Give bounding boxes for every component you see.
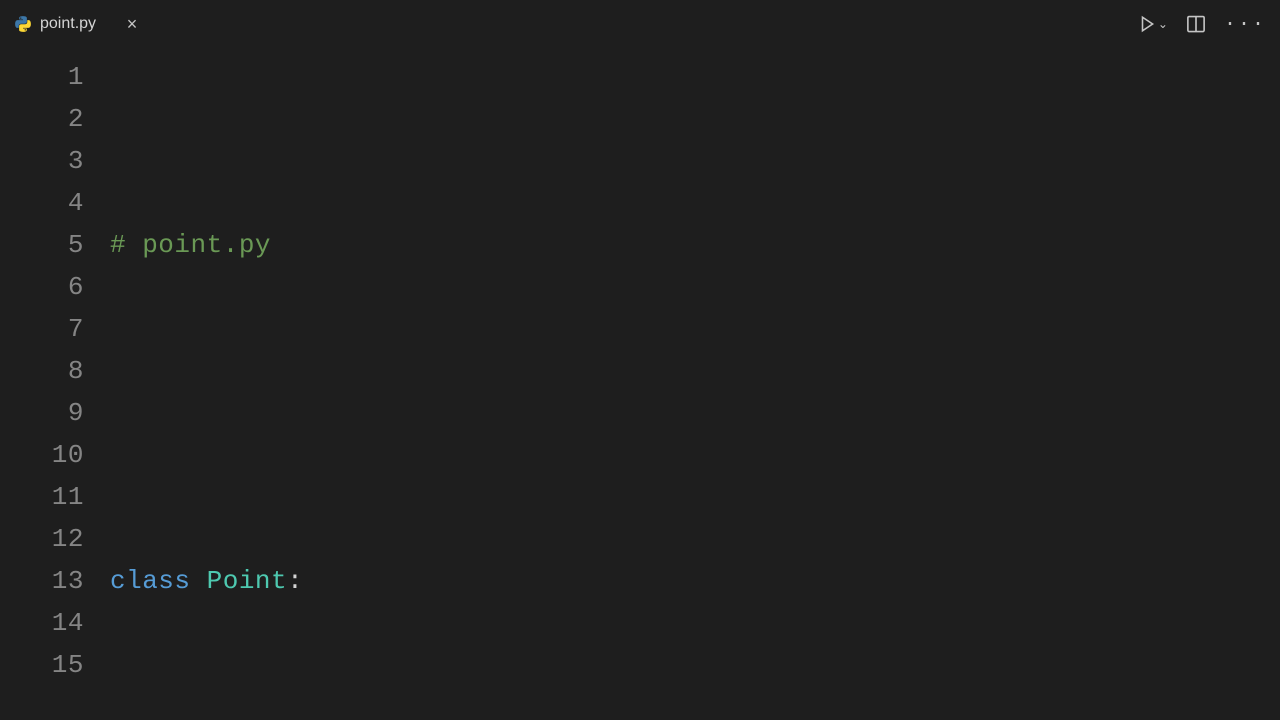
split-editor-icon[interactable] [1186, 14, 1206, 34]
line-number: 5 [0, 224, 84, 266]
tab-point-py[interactable]: point.py × [0, 0, 156, 48]
line-number: 10 [0, 434, 84, 476]
run-button[interactable]: ⌄ [1138, 15, 1168, 33]
line-number: 8 [0, 350, 84, 392]
line-number-gutter: 1 2 3 4 5 6 7 8 9 10 11 12 13 14 15 [0, 48, 110, 720]
tab-filename: point.py [40, 15, 96, 33]
code-line [110, 392, 1280, 434]
more-actions-icon[interactable]: ··· [1224, 13, 1266, 36]
line-number: 6 [0, 266, 84, 308]
line-number: 9 [0, 392, 84, 434]
code-area[interactable]: # point.py class Point: def __new__(cls,… [110, 48, 1280, 720]
line-number: 1 [0, 56, 84, 98]
chevron-down-icon: ⌄ [1158, 17, 1168, 32]
tab-bar: point.py × ⌄ ··· [0, 0, 1280, 48]
line-number: 14 [0, 602, 84, 644]
line-number: 4 [0, 182, 84, 224]
python-file-icon [14, 15, 32, 33]
line-number: 2 [0, 98, 84, 140]
line-number: 3 [0, 140, 84, 182]
tab-actions: ⌄ ··· [1138, 0, 1266, 48]
line-number: 12 [0, 518, 84, 560]
code-editor[interactable]: 1 2 3 4 5 6 7 8 9 10 11 12 13 14 15 # po… [0, 48, 1280, 720]
code-line: class Point: [110, 560, 1280, 602]
line-number: 15 [0, 644, 84, 686]
line-number: 11 [0, 476, 84, 518]
close-icon[interactable]: × [122, 14, 142, 35]
code-line: # point.py [110, 224, 1280, 266]
line-number: 13 [0, 560, 84, 602]
line-number: 7 [0, 308, 84, 350]
